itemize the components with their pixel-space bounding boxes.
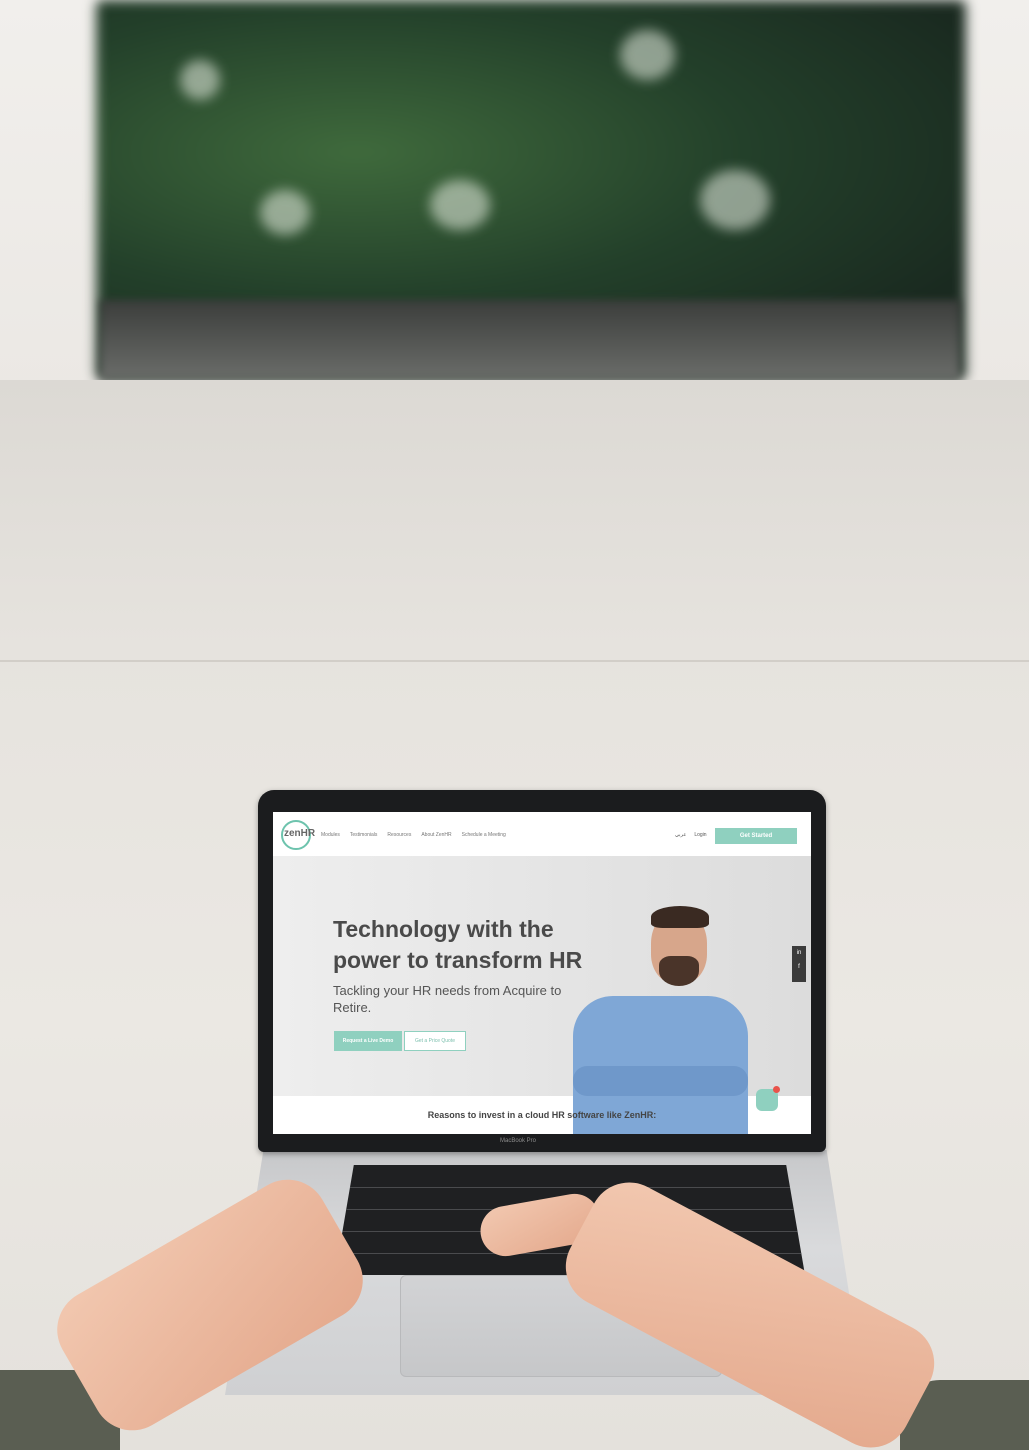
nav-link-about[interactable]: About ZenHR [421, 832, 451, 838]
bokeh-light [700, 170, 770, 230]
hero-person-hair [651, 906, 709, 928]
laptop-brand-label: MacBook Pro [500, 1138, 537, 1144]
nav-links: Modules Testimonials Resources About Zen… [321, 832, 506, 838]
notification-dot [773, 1086, 780, 1093]
planter-base [100, 300, 960, 380]
nav-link-resources[interactable]: Resources [387, 832, 411, 838]
facebook-icon[interactable]: f [792, 956, 806, 970]
linkedin-icon[interactable]: in [792, 946, 806, 956]
bokeh-light [260, 190, 310, 235]
bokeh-light [620, 30, 675, 80]
nav-right: عربي Login [675, 832, 707, 838]
bokeh-light [430, 180, 490, 230]
nav-link-schedule[interactable]: Schedule a Meeting [462, 832, 506, 838]
request-demo-button[interactable]: Request a Live Demo [334, 1031, 402, 1051]
hero-person-beard [659, 956, 699, 986]
hero-subtitle: Tackling your HR needs from Acquire to R… [333, 983, 562, 1015]
price-quote-button[interactable]: Get a Price Quote [404, 1031, 466, 1051]
get-started-button[interactable]: Get Started [715, 828, 797, 844]
hero-section: Technology with the power to transform H… [273, 856, 811, 1134]
hero-title: Technology with the power to transform H… [333, 916, 583, 973]
table-seam [0, 660, 1029, 662]
reasons-heading: Reasons to invest in a cloud HR software… [427, 1110, 657, 1120]
laptop-screen: zenHR Modules Testimonials Resources Abo… [273, 812, 811, 1134]
logo-text: zenHR [284, 828, 316, 839]
bokeh-light [180, 60, 220, 100]
nav-link-testimonials[interactable]: Testimonials [350, 832, 378, 838]
login-link[interactable]: Login [694, 832, 706, 838]
hero-person-arms [573, 1066, 748, 1096]
language-link[interactable]: عربي [675, 832, 686, 838]
photo-scene: MacBook Pro zenHR Modules Testimonials R… [0, 0, 1029, 1450]
site-navbar: zenHR Modules Testimonials Resources Abo… [273, 812, 811, 856]
nav-link-modules[interactable]: Modules [321, 832, 340, 838]
social-sidebar: in f [792, 946, 806, 982]
